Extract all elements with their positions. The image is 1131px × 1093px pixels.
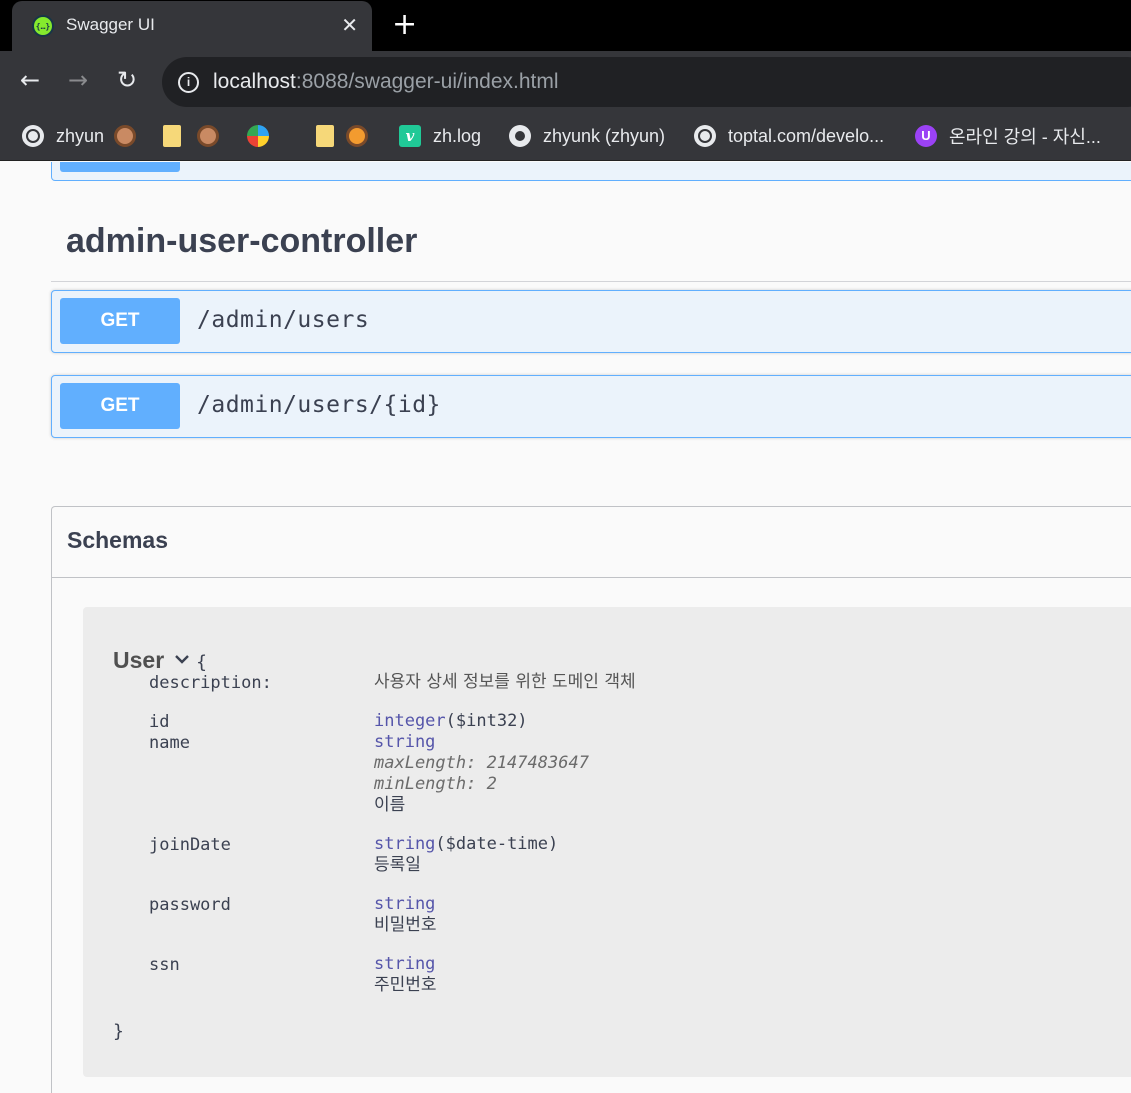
bookmark-bird[interactable] [247, 123, 281, 149]
model-title-row[interactable]: User { [113, 647, 207, 674]
property-type: string [374, 834, 436, 854]
operation-get-user-by-id[interactable]: GET /admin/users/{id} [51, 375, 1131, 438]
url-host: localhost [213, 70, 296, 93]
chevron-down-icon[interactable] [174, 651, 190, 667]
property-name: name [149, 733, 190, 753]
schemas-header[interactable]: Schemas [52, 507, 1131, 578]
property-type: string [374, 732, 436, 752]
inflearn-icon: U [915, 125, 937, 147]
globe-icon [694, 125, 716, 147]
bookmark-folder-1[interactable] [163, 123, 231, 149]
property-format: ($date-time) [435, 834, 559, 854]
forward-button[interactable]: → [68, 65, 88, 95]
property-detail: string 주민번호 [374, 954, 437, 996]
schemas-section: Schemas User { description: 사용자 상세 정보를 위… [51, 506, 1131, 1093]
description-label: description: [149, 673, 272, 693]
tab-close-icon[interactable]: ✕ [341, 13, 358, 37]
tag-title[interactable]: admin-user-controller [66, 222, 417, 261]
folder-icon [163, 125, 181, 147]
previous-method-badge [60, 162, 180, 172]
bookmark-toptal[interactable]: toptal.com/develo... [694, 123, 884, 149]
property-type: string [374, 954, 436, 974]
reload-button[interactable]: ↻ [117, 65, 137, 95]
bookmarks-bar: zhyun v zh.log zhyunk (zhyun) toptal.com… [0, 111, 1131, 161]
swagger-favicon-icon: {…} [32, 15, 54, 37]
property-description: 이름 [374, 795, 406, 815]
property-name: joinDate [149, 835, 231, 855]
bookmark-label: 온라인 강의 - 자신... [949, 127, 1101, 147]
site-info-icon[interactable]: i [178, 72, 199, 93]
previous-operation-block[interactable] [51, 162, 1131, 181]
owl-icon [346, 125, 368, 147]
bookmark-zhlog[interactable]: v zh.log [399, 123, 481, 149]
globe-icon [22, 125, 44, 147]
property-name: id [149, 712, 170, 732]
bookmark-inflearn[interactable]: U 온라인 강의 - 자신... [915, 123, 1101, 149]
property-type: string [374, 894, 436, 914]
tag-divider [51, 281, 1131, 282]
bookmark-folder-2[interactable] [316, 123, 380, 149]
back-button[interactable]: ← [20, 65, 40, 95]
browser-tab[interactable]: {…} Swagger UI ✕ [12, 1, 372, 51]
tab-title: Swagger UI [66, 15, 155, 34]
bookmark-label: zhyun [56, 125, 105, 146]
monkey-icon [114, 125, 137, 147]
property-description: 비밀번호 [374, 915, 437, 935]
property-detail: integer($int32) [374, 711, 528, 732]
bird-icon [247, 125, 269, 147]
bookmark-github[interactable]: zhyunk (zhyun) [509, 123, 665, 149]
method-badge: GET [60, 298, 180, 344]
property-name: password [149, 895, 231, 915]
method-badge: GET [60, 383, 180, 429]
operation-path: /admin/users/{id} [197, 392, 441, 418]
bookmark-label: zhyunk (zhyun) [543, 125, 666, 146]
bookmark-zhyun[interactable]: zhyun [22, 123, 137, 149]
velog-icon: v [399, 125, 421, 147]
bookmark-label: toptal.com/develo... [728, 125, 885, 146]
folder-icon [316, 125, 334, 147]
url-text[interactable]: localhost:8088/swagger-ui/index.html [213, 70, 559, 94]
operation-path: /admin/users [197, 307, 370, 333]
model-user: User { description: 사용자 상세 정보를 위한 도메인 객체… [83, 607, 1131, 1077]
monkey-icon [197, 125, 219, 147]
url-path: :8088/swagger-ui/index.html [295, 70, 559, 93]
property-format: ($int32) [445, 711, 528, 731]
property-detail: string($date-time) 등록일 [374, 834, 558, 876]
property-type: integer [374, 711, 446, 731]
model-name: User [113, 647, 165, 673]
bookmark-label: zh.log [433, 125, 482, 146]
property-description: 등록일 [374, 855, 421, 875]
property-constraint: minLength: 2 [374, 774, 497, 794]
tab-strip: {…} Swagger UI ✕ + [0, 0, 1131, 51]
new-tab-button[interactable]: + [392, 8, 417, 42]
property-detail: string maxLength: 2147483647 minLength: … [374, 732, 589, 816]
property-detail: string 비밀번호 [374, 894, 437, 936]
property-description: 주민번호 [374, 975, 437, 995]
operation-get-users[interactable]: GET /admin/users [51, 290, 1131, 353]
close-brace: } [113, 1021, 124, 1042]
model-description: 사용자 상세 정보를 위한 도메인 객체 [374, 672, 636, 692]
schemas-title: Schemas [67, 527, 169, 553]
browser-toolbar: ← → ↻ i localhost:8088/swagger-ui/index.… [0, 51, 1131, 111]
open-brace: { [196, 652, 207, 673]
property-name: ssn [149, 955, 180, 975]
property-constraint: maxLength: 2147483647 [374, 753, 589, 773]
github-icon [509, 125, 531, 147]
address-bar[interactable]: i localhost:8088/swagger-ui/index.html [162, 57, 1131, 107]
